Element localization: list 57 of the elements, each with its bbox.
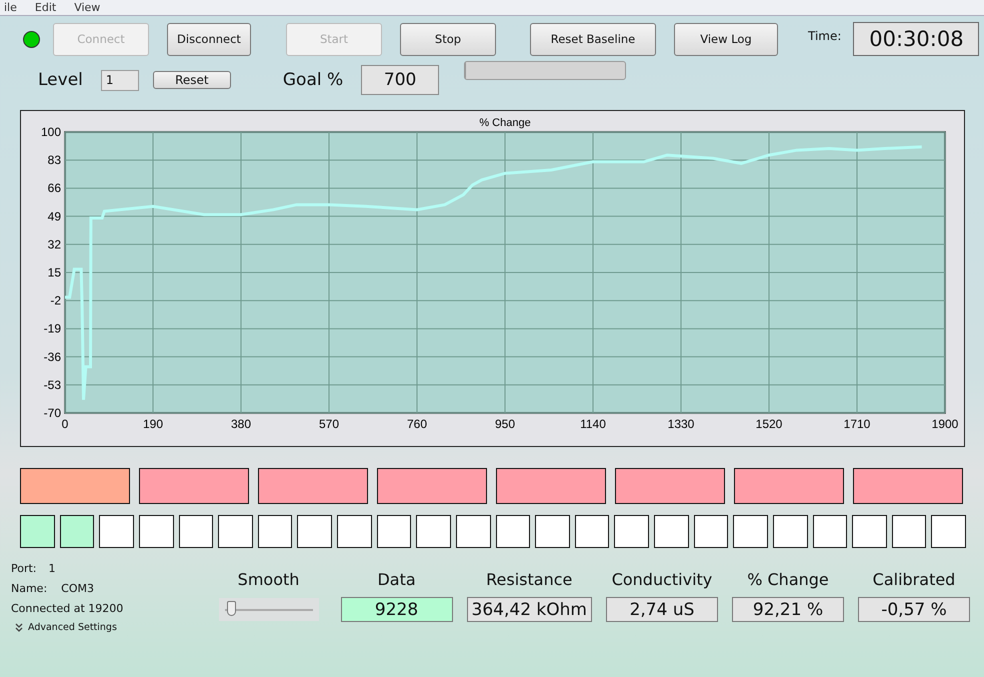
x-tick-label: 1140 — [580, 417, 606, 431]
name-value: COM3 — [61, 582, 94, 595]
x-tick-label: 380 — [230, 417, 252, 431]
readout-value: 9228 — [340, 597, 453, 622]
x-tick-label: 1330 — [668, 417, 694, 431]
readout-value: -0,57 % — [858, 597, 970, 622]
x-tick-label: 1900 — [932, 417, 958, 431]
action-button[interactable]: Reset Baseline — [530, 22, 656, 56]
port-label: Port: — [11, 562, 37, 575]
smooth-label: Smooth — [238, 570, 300, 589]
level-field[interactable]: 1 — [100, 70, 139, 90]
x-tick-label: 760 — [406, 417, 428, 431]
x-tick-label: 0 — [62, 417, 68, 431]
readout-label: Calibrated — [872, 570, 956, 589]
goal-field[interactable]: 700 — [361, 65, 440, 95]
x-tick-label: 190 — [142, 417, 164, 431]
y-tick-label: 83 — [48, 153, 61, 168]
port-value: 1 — [48, 562, 56, 575]
y-tick-label: -19 — [44, 322, 61, 336]
action-button[interactable]: Disconnect — [167, 22, 251, 56]
slider-thumb[interactable] — [226, 601, 236, 616]
advanced-settings-toggle[interactable]: Advanced Settings — [15, 622, 219, 633]
menu-item[interactable]: ile — [4, 2, 17, 13]
chevron-down-icon — [15, 623, 23, 632]
smooth-slider[interactable] — [218, 598, 319, 621]
connection-status: Connected at 19200 — [11, 602, 124, 615]
time-label: Time: — [808, 29, 842, 43]
y-tick-label: 32 — [48, 237, 61, 252]
level-label: Level — [38, 70, 83, 90]
y-tick-label: 100 — [40, 125, 61, 139]
y-tick-label: -70 — [44, 406, 61, 420]
x-tick-label: 1710 — [844, 417, 870, 431]
readout-label: Conductivity — [612, 570, 712, 589]
readout-value: 92,21 % — [732, 597, 844, 622]
menu-item[interactable]: Edit — [34, 2, 56, 13]
action-button[interactable]: Stop — [400, 22, 496, 56]
x-tick-label: 950 — [494, 417, 516, 431]
readout-value: 2,74 uS — [606, 597, 718, 622]
menu-item[interactable]: View — [74, 2, 100, 13]
name-label: Name: — [11, 582, 48, 595]
y-tick-label: -36 — [44, 350, 61, 364]
readout-value: 364,42 kOhm — [466, 597, 592, 622]
time-display: 00:30:08 — [853, 22, 980, 56]
action-button[interactable]: View Log — [674, 22, 778, 56]
y-tick-label: 15 — [48, 266, 61, 280]
readout-label: % Change — [747, 570, 829, 589]
x-tick-label: 570 — [318, 417, 340, 431]
y-tick-label: -2 — [50, 294, 61, 308]
y-tick-label: 66 — [48, 181, 61, 196]
y-tick-label: 49 — [48, 209, 61, 224]
y-tick-label: -53 — [44, 378, 61, 392]
readout-label: Resistance — [486, 570, 572, 589]
goal-label: Goal % — [282, 70, 344, 90]
chart-title: % Change — [479, 117, 531, 129]
x-tick-label: 1520 — [756, 417, 782, 431]
reset-button[interactable]: Reset — [152, 71, 231, 89]
readout-label: Data — [377, 570, 416, 589]
